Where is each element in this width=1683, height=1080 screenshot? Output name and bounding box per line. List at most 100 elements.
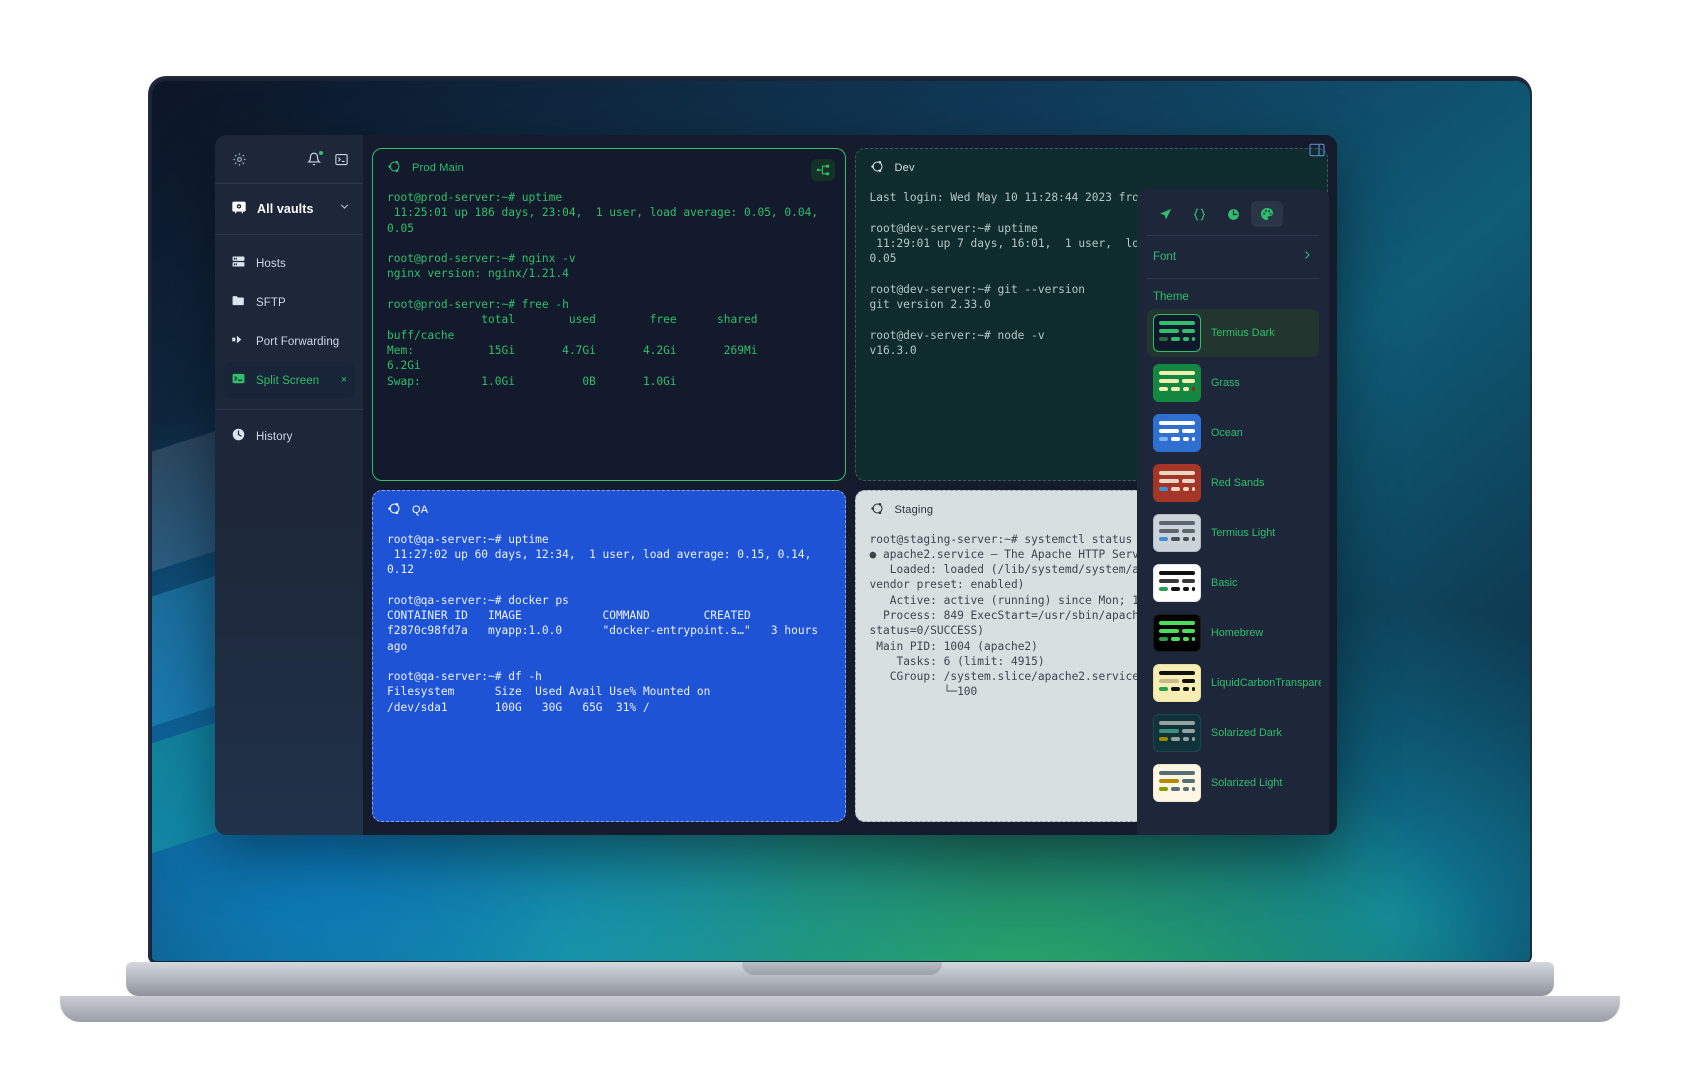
swatch-row — [1159, 529, 1195, 533]
theme-item[interactable]: Basic — [1147, 559, 1319, 607]
server-icon — [231, 254, 246, 274]
theme-item[interactable]: Homebrew — [1147, 609, 1319, 657]
swatch-line — [1159, 779, 1179, 783]
theme-swatch — [1153, 764, 1201, 802]
laptop-foot — [60, 996, 1620, 1022]
chevron-right-icon — [1301, 248, 1313, 266]
font-setting-row[interactable]: Font — [1145, 240, 1321, 274]
swatch-line — [1159, 521, 1195, 525]
swatch-line — [1182, 729, 1195, 733]
theme-item[interactable]: Ocean — [1147, 409, 1319, 457]
sidebar-item-label: Hosts — [256, 258, 347, 270]
theme-item[interactable]: Solarized Light — [1147, 759, 1319, 807]
clock-pie-icon[interactable] — [1217, 201, 1249, 227]
theme-item[interactable]: LiquidCarbonTransparentInverse — [1147, 659, 1319, 707]
sidebar-item-sftp[interactable]: SFTP — [223, 284, 355, 321]
laptop-notch-cut — [742, 962, 942, 975]
braces-icon[interactable] — [1183, 201, 1215, 227]
swatch-line — [1159, 621, 1195, 625]
swatch-line — [1159, 371, 1195, 375]
swatch-cursor — [1192, 487, 1195, 491]
theme-item[interactable]: Termius Dark — [1147, 309, 1319, 357]
swatch-cursor — [1192, 387, 1195, 391]
swatch-line — [1183, 537, 1189, 541]
swatch-row — [1159, 629, 1195, 633]
terminal-output: root@qa-server:~# uptime 11:27:02 up 60 … — [387, 532, 831, 716]
swatch-line — [1171, 637, 1180, 641]
swatch-row — [1159, 337, 1195, 341]
divider — [1147, 235, 1319, 236]
terminal-pane-qa[interactable]: QA root@qa-server:~# uptime 11:27:02 up … — [372, 490, 846, 823]
panel-layout-icon[interactable] — [1309, 143, 1325, 157]
ubuntu-icon — [387, 501, 402, 520]
theme-swatch — [1153, 564, 1201, 602]
bell-icon[interactable] — [306, 151, 322, 167]
vault-selector[interactable]: All vaults — [215, 184, 363, 234]
sidebar-item-port-forwarding[interactable]: Port Forwarding — [223, 323, 355, 360]
swatch-line — [1182, 679, 1195, 683]
swatch-row — [1159, 537, 1195, 541]
swatch-line — [1159, 579, 1179, 583]
swatch-row — [1159, 479, 1195, 483]
pane-title: QA — [412, 503, 428, 518]
theme-name: LiquidCarbonTransparentInverse — [1211, 677, 1321, 690]
swatch-line — [1182, 329, 1195, 333]
sidebar: All vaults — [215, 135, 363, 835]
terminal-pane-prod[interactable]: Prod Main root@prod-server:~# uptime 11:… — [372, 148, 846, 481]
swatch-line — [1183, 637, 1189, 641]
pane-title: Dev — [895, 161, 915, 176]
split-branch-icon[interactable] — [811, 159, 835, 181]
theme-name: Solarized Dark — [1211, 727, 1282, 740]
swatch-line — [1159, 321, 1195, 325]
theme-name: Termius Light — [1211, 527, 1275, 540]
chevron-down-icon[interactable] — [338, 200, 351, 218]
sidebar-item-label: History — [256, 431, 347, 443]
theme-name: Grass — [1211, 377, 1240, 390]
swatch-line — [1182, 579, 1195, 583]
theme-item[interactable]: Red Sands — [1147, 459, 1319, 507]
terminal-icon[interactable] — [333, 151, 349, 167]
swatch-line — [1159, 679, 1179, 683]
swatch-cursor — [1192, 637, 1195, 641]
swatch-line — [1159, 687, 1168, 691]
sidebar-item-split-screen[interactable]: Split Screen × — [223, 362, 355, 399]
swatch-row — [1159, 637, 1195, 641]
pane-title: Staging — [895, 503, 934, 518]
theme-name: Homebrew — [1211, 627, 1263, 640]
swatch-row — [1159, 779, 1195, 783]
swatch-line — [1159, 379, 1179, 383]
theme-item[interactable]: Grass — [1147, 359, 1319, 407]
swatch-row — [1159, 787, 1195, 791]
theme-swatch — [1153, 664, 1201, 702]
sidebar-topbar — [215, 135, 363, 183]
sidebar-item-history[interactable]: History — [223, 418, 355, 455]
sidebar-topbar-actions — [306, 151, 349, 167]
theme-item[interactable]: Termius Light — [1147, 509, 1319, 557]
swatch-line — [1159, 587, 1168, 591]
theme-item[interactable]: Solarized Dark — [1147, 709, 1319, 757]
theme-name: Basic — [1211, 577, 1237, 590]
font-label: Font — [1153, 251, 1176, 263]
swatch-row — [1159, 587, 1195, 591]
swatch-line — [1159, 729, 1179, 733]
swatch-line — [1159, 537, 1168, 541]
close-icon[interactable]: × — [341, 375, 347, 386]
swatch-cursor — [1192, 537, 1195, 541]
swatch-row — [1159, 729, 1195, 733]
swatch-cursor — [1192, 737, 1195, 741]
swatch-line — [1182, 779, 1195, 783]
swatch-line — [1183, 487, 1189, 491]
send-icon[interactable] — [1149, 201, 1181, 227]
palette-icon[interactable] — [1251, 201, 1283, 227]
sidebar-item-hosts[interactable]: Hosts — [223, 245, 355, 282]
swatch-line — [1183, 337, 1189, 341]
swatch-line — [1159, 737, 1168, 741]
swatch-line — [1159, 337, 1168, 341]
theme-name: Ocean — [1211, 427, 1243, 440]
folder-icon — [231, 293, 246, 313]
swatch-line — [1182, 529, 1195, 533]
swatch-row — [1159, 487, 1195, 491]
swatch-line — [1171, 387, 1180, 391]
gear-icon[interactable] — [231, 151, 247, 167]
pane-header: Prod Main — [387, 161, 831, 177]
